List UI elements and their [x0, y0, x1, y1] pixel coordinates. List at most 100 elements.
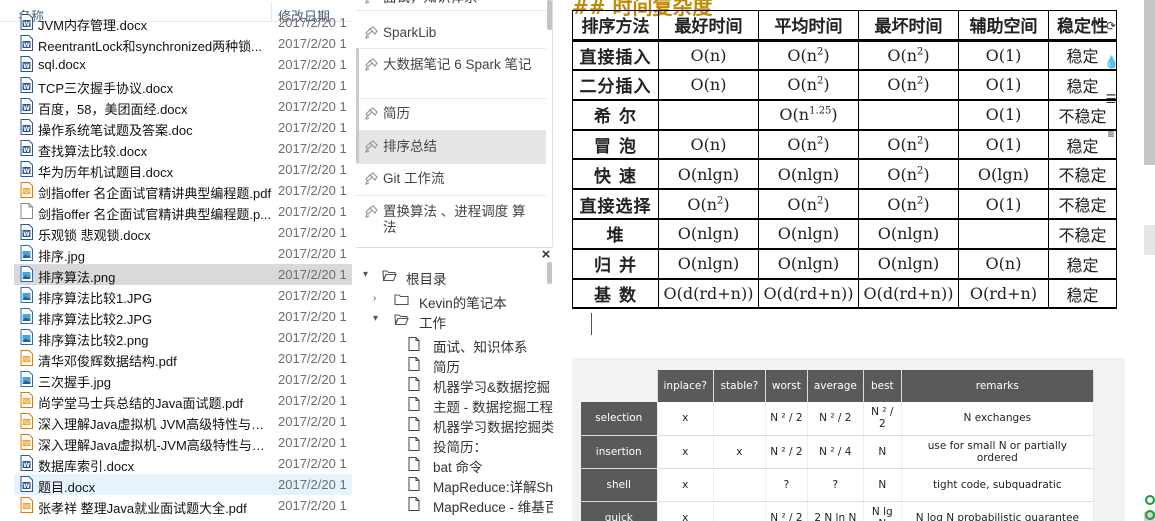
file-name: 查找算法比较.docx: [38, 144, 148, 159]
table-header-cell: 排序方法: [572, 10, 659, 42]
tree-item[interactable]: ▾ 根目录: [356, 266, 546, 287]
tree-item[interactable]: MapReduce:详解Sh: [356, 474, 553, 495]
file-name: 操作系统笔试题及答案.doc: [38, 123, 193, 138]
sort-method-cell: 直接选择: [572, 188, 659, 220]
sort-method-cell: 冒 泡: [572, 129, 659, 160]
table-cell: N: [863, 435, 902, 469]
file-row[interactable]: 三次握手.jpg 2017/2/20 1: [14, 369, 352, 390]
file-row[interactable]: W ReentrantLock和synchronized两种锁... 2017/2/…: [14, 33, 352, 54]
word-file-icon: W: [20, 224, 33, 240]
note-title: 大数据笔记 6 Spark 笔记: [383, 57, 532, 72]
tree-scrollbar[interactable]: [547, 262, 552, 284]
note-title: 置换算法 、进程调度 算法: [383, 204, 526, 235]
file-row[interactable]: 排序算法比较2.png 2017/2/20 1: [14, 327, 352, 348]
file-row[interactable]: W 乐观锁 悲观锁.docx 2017/2/20 1: [14, 222, 352, 243]
table-cell: O(nlgn): [858, 218, 959, 250]
file-row[interactable]: PDF 深入理解Java虚拟机 JVM高级特性与最... 2017/2/20 1: [14, 411, 352, 432]
file-row[interactable]: 排序.jpg 2017/2/20 1: [14, 243, 352, 264]
close-icon[interactable]: ×: [540, 248, 552, 262]
note-list-item[interactable]: 排序总结: [356, 130, 546, 163]
note-list-item[interactable]: 面试，知识体系: [356, 0, 546, 10]
svg-text:W: W: [23, 105, 30, 112]
table-cell: 稳定: [1048, 278, 1117, 309]
table-cell: O(d(rd+n)): [758, 278, 859, 309]
table-row: 冒 泡 O(n) O(n2) O(n2) O(1) 稳定: [572, 129, 1117, 160]
algorithm-name-cell: quick: [581, 501, 658, 521]
table-cell: ?: [807, 468, 864, 502]
table-header-cell: inplace?: [657, 370, 714, 402]
file-row[interactable]: 剑指offer 名企面试官精讲典型编程题.p... 2017/2/20 1: [14, 201, 352, 222]
table-cell: [713, 501, 766, 521]
chevron-down-icon[interactable]: ▾: [363, 269, 373, 280]
svg-text:W: W: [23, 42, 30, 49]
note-list-item[interactable]: Git 工作流: [356, 163, 546, 195]
drop-icon[interactable]: 💧: [1104, 55, 1119, 69]
file-row[interactable]: PDF 尚学堂马士兵总结的Java面试题.pdf 2017/2/20 1: [14, 390, 352, 411]
editor-scrollbar-track[interactable]: [1144, 225, 1155, 255]
note-list-scrollbar[interactable]: [547, 0, 552, 30]
text-cursor: [591, 313, 592, 335]
tree-item[interactable]: MapReduce - 维基百: [356, 494, 553, 515]
sort-method-cell: 希 尔: [572, 99, 659, 131]
sort-method-cell: 归 并: [572, 248, 659, 280]
tree-item[interactable]: 投简历：: [356, 434, 546, 455]
note-icon: [364, 140, 378, 154]
table-row: 基 数 O(d(rd+n)) O(d(rd+n)) O(d(rd+n)) O(rd+n)…: [572, 278, 1117, 309]
menu-icon[interactable]: ≡: [1104, 127, 1118, 141]
scroll-up-icon[interactable]: [1145, 495, 1155, 505]
note-list-item[interactable]: 置换算法 、进程调度 算法: [356, 195, 546, 245]
note-list-item[interactable]: 大数据笔记 6 Spark 笔记: [356, 48, 546, 98]
file-row[interactable]: W JVM内存管理.docx 2017/2/20 1: [14, 12, 352, 33]
table-cell: O(nlgn): [658, 158, 759, 190]
file-row[interactable]: PDF 深入理解Java虚拟机-JVM高级特性与最... 2017/2/20 1: [14, 432, 352, 453]
file-row[interactable]: PDF 张孝祥 整理Java就业面试题大全.pdf 2017/2/20 1: [14, 495, 352, 516]
note-editor[interactable]: ## 时间复杂度 排序方法 最好时间 平均时间 最坏时间 辅助空间 稳定性 直接插入 O(n…: [556, 0, 1155, 521]
file-row[interactable]: W TCP三次握手协议.docx 2017/2/20 1: [14, 75, 352, 96]
file-row[interactable]: W 查找算法比较.docx 2017/2/20 1: [14, 138, 352, 159]
tree-item[interactable]: ▾ 工作: [356, 310, 546, 331]
note-list-item[interactable]: SparkLib: [356, 18, 546, 48]
tree-item[interactable]: bat 命令: [356, 454, 546, 475]
note-list-item[interactable]: 简历: [356, 98, 546, 130]
file-row[interactable]: W 华为历年机试题目.docx 2017/2/20 1: [14, 159, 352, 180]
folder-open-icon: [394, 313, 409, 326]
file-date: 2017/2/20 1: [278, 204, 347, 219]
tree-item[interactable]: 简历: [356, 354, 546, 375]
file-date: 2017/2/20 1: [278, 162, 347, 177]
file-date: 2017/2/20 1: [278, 225, 347, 240]
note-title: SparkLib: [383, 25, 437, 40]
file-name: 数据库索引.docx: [38, 459, 135, 474]
table-cell: ?: [765, 468, 808, 502]
svg-text:PDF: PDF: [22, 504, 31, 510]
file-row[interactable]: 排序算法比较1.JPG 2017/2/20 1: [14, 285, 352, 306]
scroll-down-icon[interactable]: [1145, 510, 1155, 520]
file-row[interactable]: W 百度，58，美团面经.docx 2017/2/20 1: [14, 96, 352, 117]
chevron-down-icon[interactable]: ▾: [373, 313, 383, 324]
file-row[interactable]: W 操作系统笔试题及答案.doc 2017/2/20 1: [14, 117, 352, 138]
file-row[interactable]: 排序算法比较2.JPG 2017/2/20 1: [14, 306, 352, 327]
file-row[interactable]: Wsql.docx 2017/2/20 1: [14, 54, 352, 75]
file-row[interactable]: PDF 清华邓俊辉数据结构.pdf 2017/2/20 1: [14, 348, 352, 369]
tree-item[interactable]: 机器学习数据挖掘类: [356, 414, 553, 435]
tree-item[interactable]: › Kevin的笔记本: [356, 290, 546, 311]
editor-scrollbar-thumb[interactable]: [1144, 0, 1155, 165]
file-name: sql.docx: [38, 57, 86, 72]
file-row[interactable]: 排序算法.png 2017/2/20 1: [14, 264, 352, 285]
tree-item[interactable]: 面试、知识体系: [356, 334, 546, 355]
file-row[interactable]: W 题目.docx 2017/2/20 1: [14, 474, 352, 495]
svg-text:PDF: PDF: [22, 399, 31, 405]
chevron-right-icon[interactable]: ›: [373, 293, 383, 304]
file-row[interactable]: W 数据库索引.docx 2017/2/20 1: [14, 453, 352, 474]
tree-item[interactable]: 机器学习&数据挖掘: [356, 374, 550, 395]
tree-item[interactable]: 主题 - 数据挖掘工程: [356, 394, 553, 415]
stack-icon[interactable]: ☰: [1104, 92, 1118, 106]
table-row: 二分插入 O(n) O(n2) O(n2) O(1) 稳定: [572, 69, 1117, 101]
file-row[interactable]: PDF 剑指offer 名企面试官精讲典型编程题.pdf 2017/2/20 1: [14, 180, 352, 201]
refresh-icon[interactable]: ⟳: [1104, 19, 1118, 33]
table-cell: N exchanges: [901, 402, 1094, 436]
table-cell: O(d(rd+n)): [858, 278, 959, 309]
table-cell: O(n2): [858, 129, 959, 160]
word-file-icon: W: [20, 14, 33, 30]
tree-item-label: 根目录: [406, 272, 447, 287]
blank-file-icon: [20, 203, 33, 219]
